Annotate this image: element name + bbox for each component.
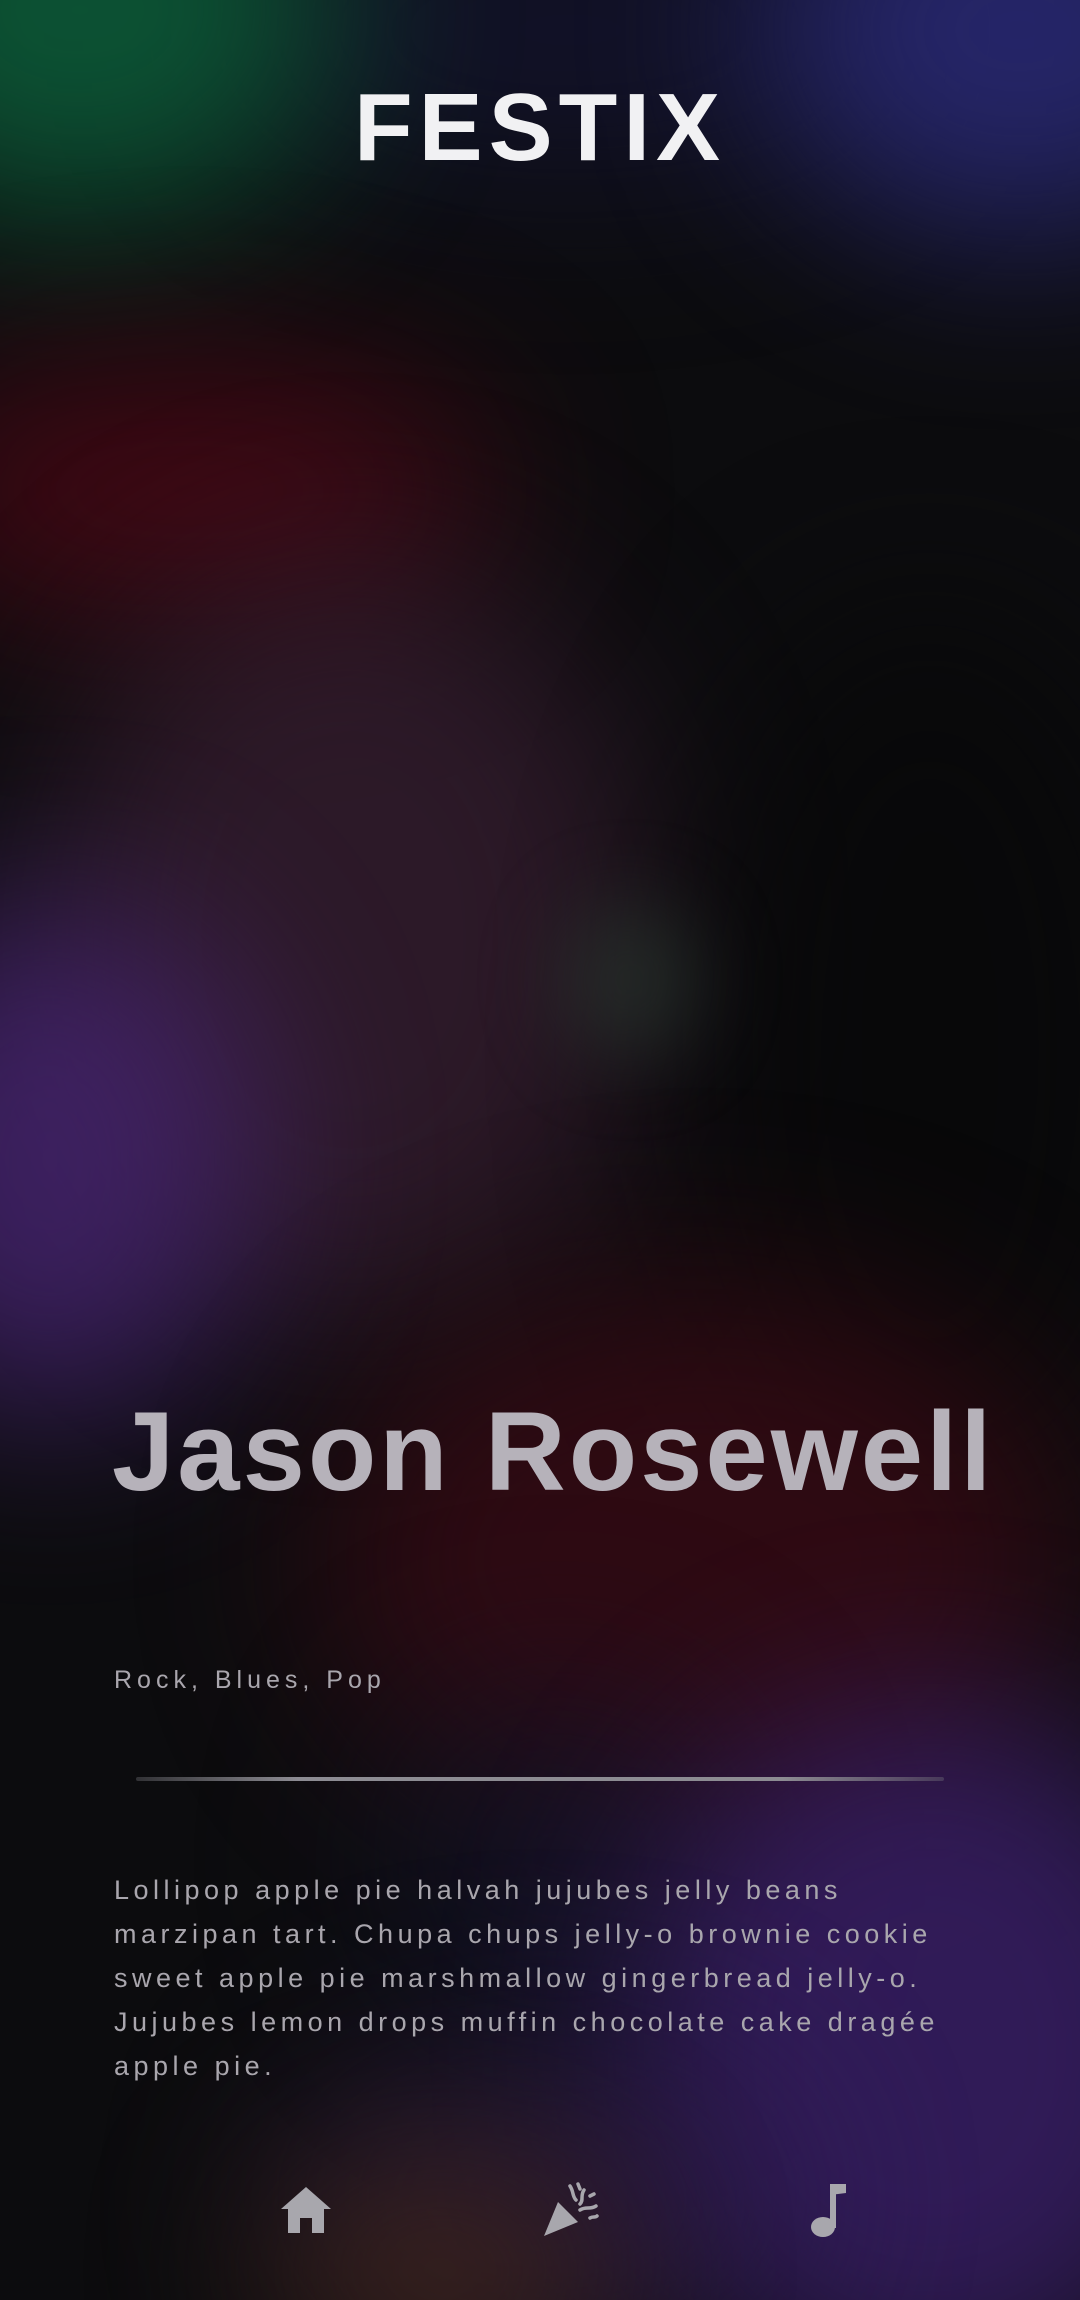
section-divider — [136, 1777, 944, 1781]
artist-name: Jason Rosewell — [112, 1389, 995, 1514]
party-popper-icon — [544, 2182, 599, 2236]
home-icon — [281, 2187, 331, 2233]
artist-genres: Rock, Blues, Pop — [114, 1666, 386, 1694]
nav-events-button[interactable] — [530, 2170, 610, 2250]
nav-music-button[interactable] — [790, 2170, 870, 2250]
music-note-icon — [811, 2184, 846, 2237]
bottom-navigation — [0, 2170, 1080, 2250]
app-logo: FESTIX — [353, 74, 727, 181]
artist-bio: Lollipop apple pie halvah jujubes jelly … — [114, 1875, 939, 2081]
nav-home-button[interactable] — [266, 2170, 346, 2250]
